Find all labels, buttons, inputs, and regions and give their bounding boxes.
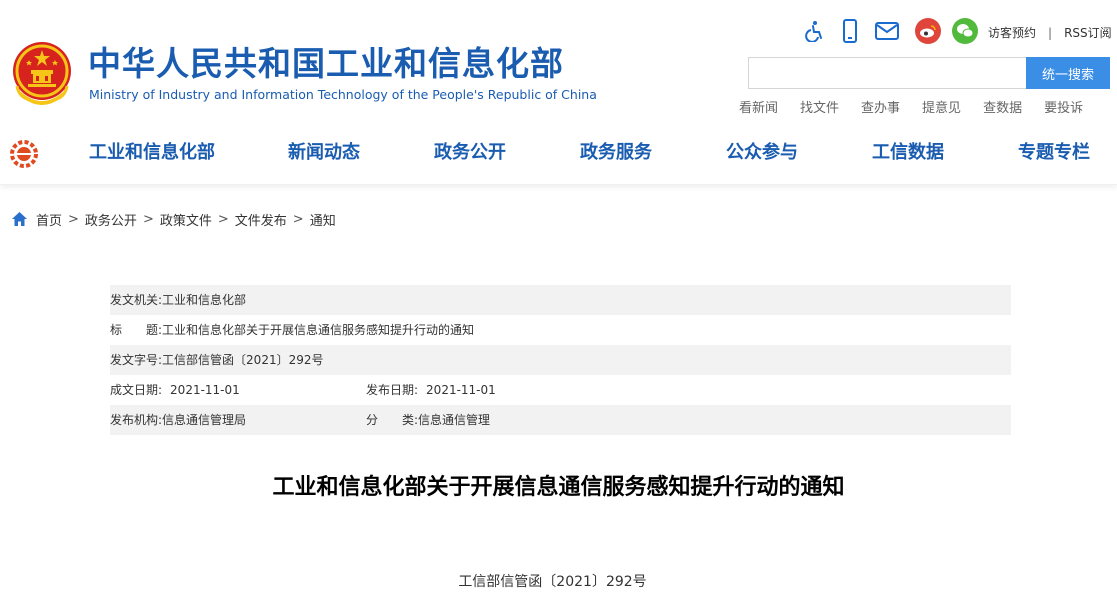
mail-icon[interactable] — [873, 19, 901, 43]
breadcrumb-separator: > — [292, 212, 304, 227]
quick-link-data[interactable]: 查数据 — [983, 97, 1022, 116]
breadcrumb-separator: > — [217, 212, 229, 227]
wechat-icon[interactable] — [952, 18, 978, 44]
nav-item-topics[interactable]: 专题专栏 — [1018, 128, 1090, 178]
breadcrumb-notice[interactable]: 通知 — [310, 210, 336, 229]
created-date-label: 成文日期: — [110, 383, 163, 397]
breadcrumb-gov-affairs[interactable]: 政务公开 — [85, 210, 137, 229]
org-label: 发布机构: — [110, 413, 163, 427]
tool-icons — [803, 17, 989, 45]
rss-link[interactable]: RSS订阅 — [1064, 26, 1112, 40]
visitor-appointment-link[interactable]: 访客预约 — [988, 26, 1036, 40]
site-title[interactable]: 中华人民共和国工业和信息化部 — [88, 44, 564, 84]
breadcrumb: 首页 > 政务公开 > 政策文件 > 文件发布 > 通知 — [11, 210, 336, 229]
nav-item-news[interactable]: 新闻动态 — [288, 128, 360, 178]
nav-item-miit[interactable]: 工业和信息化部 — [89, 128, 215, 178]
weibo-icon[interactable] — [915, 18, 941, 44]
home-icon[interactable] — [11, 211, 28, 228]
mobile-icon[interactable] — [838, 19, 862, 43]
search-button[interactable]: 统一搜索 — [1026, 57, 1110, 89]
accessibility-icon[interactable] — [803, 19, 827, 43]
org-value: 信息通信管理局 — [162, 413, 247, 427]
document-info-table: 发文机关:工业和信息化部 标 题:工业和信息化部关于开展信息通信服务感知提升行动… — [110, 285, 1011, 435]
quick-link-news[interactable]: 看新闻 — [739, 97, 778, 116]
quick-link-services[interactable]: 查办事 — [861, 97, 900, 116]
top-links: 访客预约 | RSS订阅 — [988, 24, 1112, 41]
breadcrumb-policy-files[interactable]: 政策文件 — [160, 210, 212, 229]
search-box: 统一搜索 — [748, 57, 1110, 89]
created-date-value: 2021-11-01 — [170, 383, 240, 397]
article-title: 工业和信息化部关于开展信息通信服务感知提升行动的通知 — [272, 475, 845, 500]
doc-no-label: 发文字号: — [110, 353, 163, 367]
link-separator: | — [1048, 26, 1053, 40]
issuer-value: 工业和信息化部 — [162, 293, 247, 307]
nav-item-gov-services[interactable]: 政务服务 — [580, 128, 652, 178]
title-value: 工业和信息化部关于开展信息通信服务感知提升行动的通知 — [162, 323, 475, 337]
quick-link-complaints[interactable]: 要投诉 — [1044, 97, 1083, 116]
breadcrumb-file-release[interactable]: 文件发布 — [235, 210, 287, 229]
search-input[interactable] — [748, 57, 1027, 89]
gear-logo-icon[interactable] — [8, 138, 40, 170]
site-header: 中华人民共和国工业和信息化部 Ministry of Industry and … — [0, 0, 1117, 128]
published-date-label: 发布日期: — [366, 383, 419, 397]
national-emblem-icon — [13, 42, 71, 105]
info-row-dates: 成文日期: 2021-11-01 发布日期: 2021-11-01 — [110, 375, 1011, 405]
main-nav: 工业和信息化部 新闻动态 政务公开 政务服务 公众参与 工信数据 专题专栏 — [0, 128, 1117, 185]
info-row-doc-no: 发文字号:工信部信管函〔2021〕292号 — [110, 345, 1011, 375]
category-label: 分 类: — [366, 413, 419, 427]
quick-link-files[interactable]: 找文件 — [800, 97, 839, 116]
info-row-title: 标 题:工业和信息化部关于开展信息通信服务感知提升行动的通知 — [110, 315, 1011, 345]
info-row-org: 发布机构:信息通信管理局 分 类:信息通信管理 — [110, 405, 1011, 435]
published-date-value: 2021-11-01 — [426, 383, 496, 397]
nav-item-gov-affairs[interactable]: 政务公开 — [434, 128, 506, 178]
info-row-issuer: 发文机关:工业和信息化部 — [110, 285, 1011, 315]
nav-item-data[interactable]: 工信数据 — [872, 128, 944, 178]
issuer-label: 发文机关: — [110, 293, 163, 307]
breadcrumb-home[interactable]: 首页 — [36, 210, 62, 229]
quick-link-suggestions[interactable]: 提意见 — [922, 97, 961, 116]
article-doc-number: 工信部信管函〔2021〕292号 — [458, 574, 647, 590]
nav-item-public[interactable]: 公众参与 — [726, 128, 798, 178]
breadcrumb-separator: > — [142, 212, 154, 227]
category-value: 信息通信管理 — [418, 413, 491, 427]
site-subtitle: Ministry of Industry and Information Tec… — [89, 87, 597, 102]
breadcrumb-separator: > — [68, 212, 79, 227]
quick-links: 看新闻 找文件 查办事 提意见 查数据 要投诉 — [739, 97, 1083, 116]
title-label: 标 题: — [110, 323, 163, 337]
doc-no-value: 工信部信管函〔2021〕292号 — [162, 353, 324, 367]
